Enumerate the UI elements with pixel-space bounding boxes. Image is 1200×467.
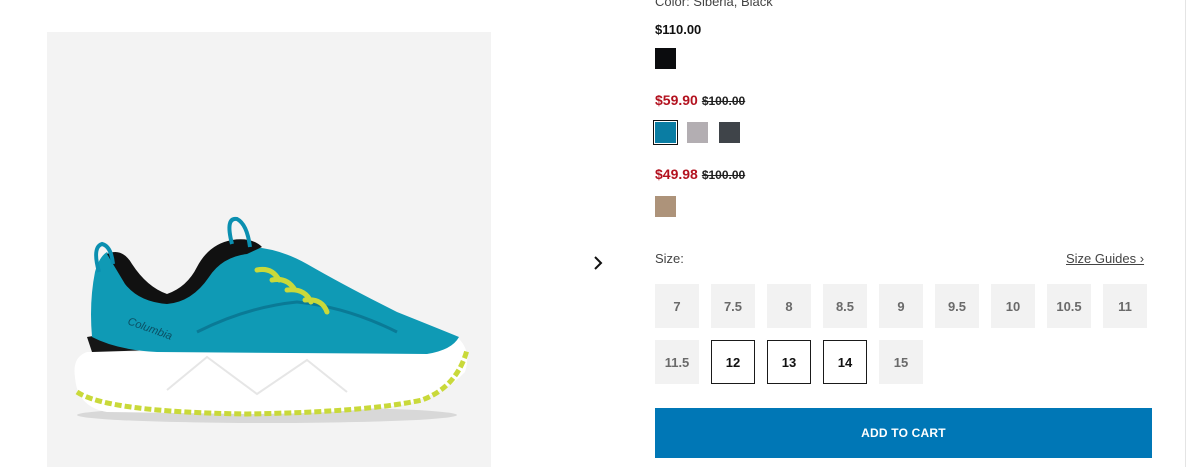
original-price: $100.00 <box>701 168 746 182</box>
add-to-cart-button[interactable]: ADD TO CART <box>655 408 1152 458</box>
size-option[interactable]: 10 <box>991 284 1035 328</box>
swatch-black[interactable] <box>655 48 676 69</box>
swatch-tan[interactable] <box>655 196 676 217</box>
price-row-sale-1: $59.90 $100.00 <box>655 92 745 108</box>
size-option[interactable]: 12 <box>711 340 755 384</box>
price-regular: $110.00 <box>655 22 702 37</box>
swatch-siberia-teal[interactable] <box>653 120 678 145</box>
shoe-image: Columbia <box>74 216 470 423</box>
size-guides-link[interactable]: Size Guides › <box>1066 251 1144 266</box>
original-price: $100.00 <box>701 94 746 108</box>
size-option[interactable]: 7 <box>655 284 699 328</box>
sale-price: $49.98 <box>655 166 698 182</box>
size-option[interactable]: 8.5 <box>823 284 867 328</box>
size-option[interactable]: 13 <box>767 340 811 384</box>
size-option[interactable]: 15 <box>879 340 923 384</box>
price-row-sale-2: $49.98 $100.00 <box>655 166 745 182</box>
selected-color-label: Color: Siberia, Black <box>655 0 773 9</box>
scrollbar[interactable] <box>1185 0 1186 467</box>
size-option[interactable]: 14 <box>823 340 867 384</box>
product-image[interactable]: Columbia <box>47 32 491 467</box>
swatch-dark-gray[interactable] <box>719 122 740 143</box>
size-option[interactable]: 9.5 <box>935 284 979 328</box>
size-option[interactable]: 8 <box>767 284 811 328</box>
chevron-right-icon <box>594 256 603 270</box>
size-option[interactable]: 11.5 <box>655 340 699 384</box>
size-option[interactable]: 7.5 <box>711 284 755 328</box>
swatch-light-gray[interactable] <box>687 122 708 143</box>
size-label: Size: <box>655 251 684 266</box>
size-option[interactable]: 10.5 <box>1047 284 1091 328</box>
sale-price: $59.90 <box>655 92 698 108</box>
size-option[interactable]: 9 <box>879 284 923 328</box>
next-image-button[interactable] <box>586 250 610 276</box>
size-option[interactable]: 11 <box>1103 284 1147 328</box>
